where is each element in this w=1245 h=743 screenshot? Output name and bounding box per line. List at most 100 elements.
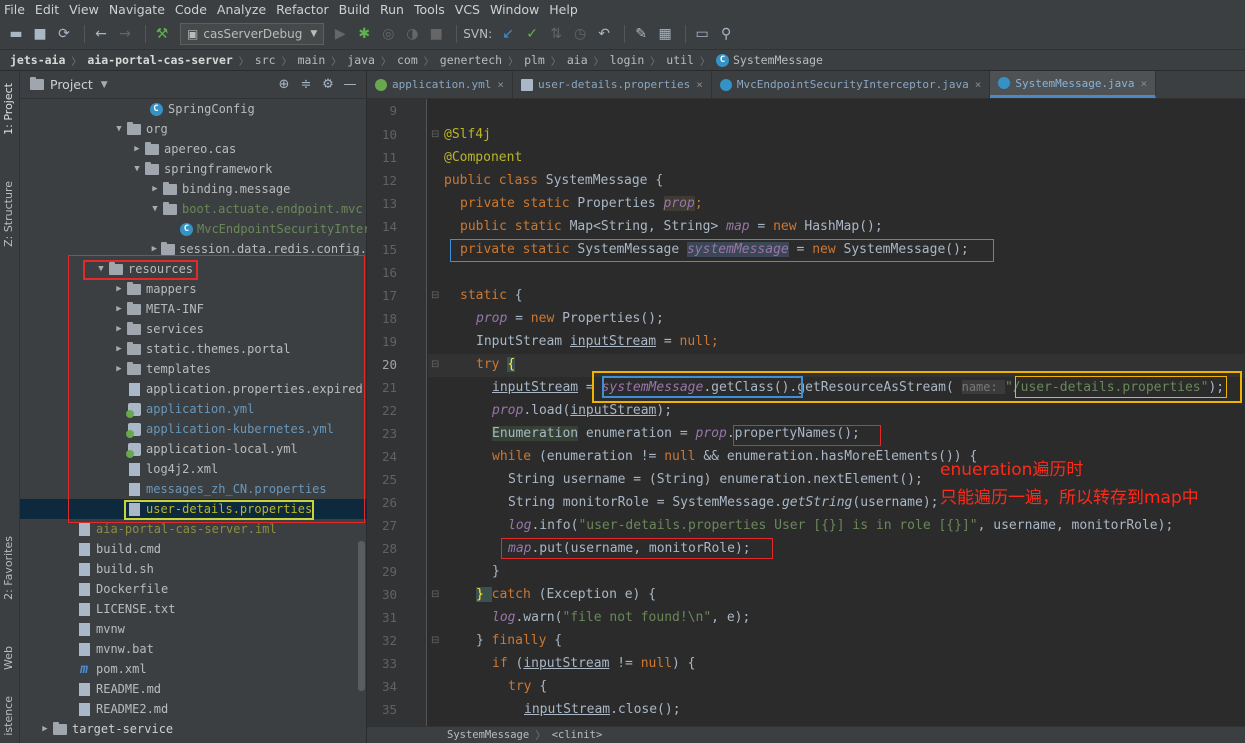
tree-item-springconfig[interactable]: C SpringConfig bbox=[20, 99, 367, 119]
menu-window[interactable]: Window bbox=[490, 2, 539, 17]
breadcrumb-item[interactable]: com bbox=[397, 53, 418, 67]
menu-code[interactable]: Code bbox=[175, 2, 207, 17]
breadcrumb-item[interactable]: aia bbox=[567, 53, 588, 67]
menu-help[interactable]: Help bbox=[549, 2, 578, 17]
tab-systemmessage[interactable]: SystemMessage.java × bbox=[990, 71, 1157, 98]
tree-item-build-sh[interactable]: build.sh bbox=[20, 559, 367, 579]
breadcrumb-item[interactable]: plm bbox=[524, 53, 545, 67]
breadcrumb-item[interactable]: jets-aia bbox=[10, 53, 65, 67]
chevron-right-icon[interactable]: ▶ bbox=[148, 184, 162, 194]
stop-icon[interactable]: ■ bbox=[426, 24, 446, 44]
breadcrumb-item[interactable]: login bbox=[610, 53, 645, 67]
search-icon[interactable]: ⚲ bbox=[716, 24, 736, 44]
svn-compare-icon[interactable]: ⇅ bbox=[546, 24, 566, 44]
tab-project-tool[interactable]: 1: Project bbox=[2, 83, 15, 135]
menu-build[interactable]: Build bbox=[339, 2, 370, 17]
fold-marker-icon[interactable]: ⊟ bbox=[431, 129, 439, 140]
tree-item-target-service[interactable]: ▶ target-service bbox=[20, 719, 367, 739]
tree-item-readme[interactable]: README.md bbox=[20, 679, 367, 699]
run-config-select[interactable]: ▣ casServerDebug ▼ bbox=[180, 22, 325, 45]
breadcrumb-item[interactable]: util bbox=[666, 53, 694, 67]
open-folder-icon[interactable]: ▬ bbox=[6, 24, 26, 44]
tree-item-apereo-cas[interactable]: ▶ apereo.cas bbox=[20, 139, 367, 159]
debug-bug-icon[interactable]: ✱ bbox=[354, 24, 374, 44]
svn-update-icon[interactable]: ↙ bbox=[498, 24, 518, 44]
code-line: public class SystemMessage { bbox=[444, 173, 664, 188]
tree-item-org[interactable]: ▼ org bbox=[20, 119, 367, 139]
tree-item-springframework[interactable]: ▼ springframework bbox=[20, 159, 367, 179]
settings-wrench-icon[interactable]: ✎ bbox=[631, 24, 651, 44]
chevron-down-icon[interactable]: ▼ bbox=[130, 164, 144, 174]
svn-commit-icon[interactable]: ✓ bbox=[522, 24, 542, 44]
gear-icon[interactable]: ⚙ bbox=[317, 77, 339, 92]
build-hammer-icon[interactable]: ⚒ bbox=[152, 24, 172, 44]
tree-item-mvnw[interactable]: mvnw bbox=[20, 619, 367, 639]
collapse-all-icon[interactable]: ≑ bbox=[295, 77, 317, 92]
project-panel-title[interactable]: Project bbox=[50, 77, 93, 92]
fold-marker-icon[interactable]: ⊟ bbox=[431, 290, 439, 301]
menu-view[interactable]: View bbox=[69, 2, 99, 17]
breadcrumb-item[interactable]: SystemMessage bbox=[733, 53, 823, 67]
close-icon[interactable]: × bbox=[1141, 77, 1148, 90]
breadcrumb-item[interactable]: main bbox=[298, 53, 326, 67]
menu-edit[interactable]: Edit bbox=[35, 2, 59, 17]
menu-tools[interactable]: Tools bbox=[414, 2, 445, 17]
chevron-right-icon[interactable]: ▶ bbox=[148, 244, 161, 254]
fold-marker-icon[interactable]: ⊟ bbox=[431, 359, 439, 370]
tree-item-build-cmd[interactable]: build.cmd bbox=[20, 539, 367, 559]
coverage-icon[interactable]: ◎ bbox=[378, 24, 398, 44]
line-number: 22 bbox=[381, 403, 397, 418]
fold-marker-icon[interactable]: ⊟ bbox=[431, 635, 439, 646]
code-editor[interactable]: 9 10 11 12 13 14 15 16 17 18 19 20 21 22… bbox=[367, 99, 1245, 726]
chevron-right-icon[interactable]: ▶ bbox=[38, 724, 52, 734]
breadcrumb-item[interactable]: genertech bbox=[440, 53, 502, 67]
save-icon[interactable]: ■ bbox=[30, 24, 50, 44]
menu-run[interactable]: Run bbox=[380, 2, 404, 17]
tab-web-tool[interactable]: Web bbox=[2, 646, 15, 670]
profile-icon[interactable]: ◑ bbox=[402, 24, 422, 44]
back-arrow-icon[interactable]: ← bbox=[91, 24, 111, 44]
tab-user-details-properties[interactable]: user-details.properties × bbox=[513, 71, 712, 98]
tab-application-yml[interactable]: application.yml × bbox=[367, 71, 513, 98]
sync-icon[interactable]: ⟳ bbox=[54, 24, 74, 44]
menu-vcs[interactable]: VCS bbox=[455, 2, 480, 17]
tab-favorites-tool[interactable]: 2: Favorites bbox=[2, 536, 15, 600]
tree-item-pom-xml[interactable]: m pom.xml bbox=[20, 659, 367, 679]
tree-item-license[interactable]: LICENSE.txt bbox=[20, 599, 367, 619]
tree-item-mvnw-bat[interactable]: mvnw.bat bbox=[20, 639, 367, 659]
close-icon[interactable]: × bbox=[696, 78, 703, 91]
project-structure-icon[interactable]: ▦ bbox=[655, 24, 675, 44]
fold-marker-icon[interactable]: ⊟ bbox=[431, 589, 439, 600]
tree-item-dockerfile[interactable]: Dockerfile bbox=[20, 579, 367, 599]
hide-panel-icon[interactable]: — bbox=[339, 77, 361, 92]
tree-item-readme2[interactable]: README2.md bbox=[20, 699, 367, 719]
revert-icon[interactable]: ↶ bbox=[594, 24, 614, 44]
status-class[interactable]: SystemMessage bbox=[447, 729, 529, 741]
close-icon[interactable]: × bbox=[975, 78, 982, 91]
tree-item-binding-message[interactable]: ▶ binding.message bbox=[20, 179, 367, 199]
tree-item-boot-actuate[interactable]: ▼ boot.actuate.endpoint.mvc bbox=[20, 199, 367, 219]
terminal-icon[interactable]: ▭ bbox=[692, 24, 712, 44]
tab-persistence-tool[interactable]: istence bbox=[2, 696, 15, 736]
tree-item-mvcendpoint[interactable]: C MvcEndpointSecurityInter bbox=[20, 219, 367, 239]
chevron-right-icon[interactable]: ▶ bbox=[130, 144, 144, 154]
status-method[interactable]: <clinit> bbox=[552, 729, 603, 741]
svn-history-icon[interactable]: ◷ bbox=[570, 24, 590, 44]
tab-structure-tool[interactable]: Z: Structure bbox=[2, 181, 15, 247]
breadcrumb-item[interactable]: java bbox=[347, 53, 375, 67]
tab-mvcendpoint[interactable]: MvcEndpointSecurityInterceptor.java × bbox=[712, 71, 991, 98]
chevron-down-icon[interactable]: ▼ bbox=[148, 204, 162, 214]
breadcrumb-item[interactable]: src bbox=[255, 53, 276, 67]
menu-analyze[interactable]: Analyze bbox=[217, 2, 266, 17]
chevron-down-icon[interactable]: ▼ bbox=[112, 124, 126, 134]
forward-arrow-icon[interactable]: → bbox=[115, 24, 135, 44]
run-icon[interactable]: ▶ bbox=[330, 24, 350, 44]
menu-file[interactable]: File bbox=[4, 2, 25, 17]
menu-navigate[interactable]: Navigate bbox=[109, 2, 165, 17]
locate-target-icon[interactable]: ⊕ bbox=[273, 77, 295, 92]
breadcrumb-item[interactable]: aia-portal-cas-server bbox=[87, 53, 232, 67]
close-icon[interactable]: × bbox=[497, 78, 504, 91]
tree-scrollbar[interactable] bbox=[358, 541, 365, 691]
menu-refactor[interactable]: Refactor bbox=[276, 2, 328, 17]
chevron-down-icon[interactable]: ▼ bbox=[101, 80, 108, 90]
